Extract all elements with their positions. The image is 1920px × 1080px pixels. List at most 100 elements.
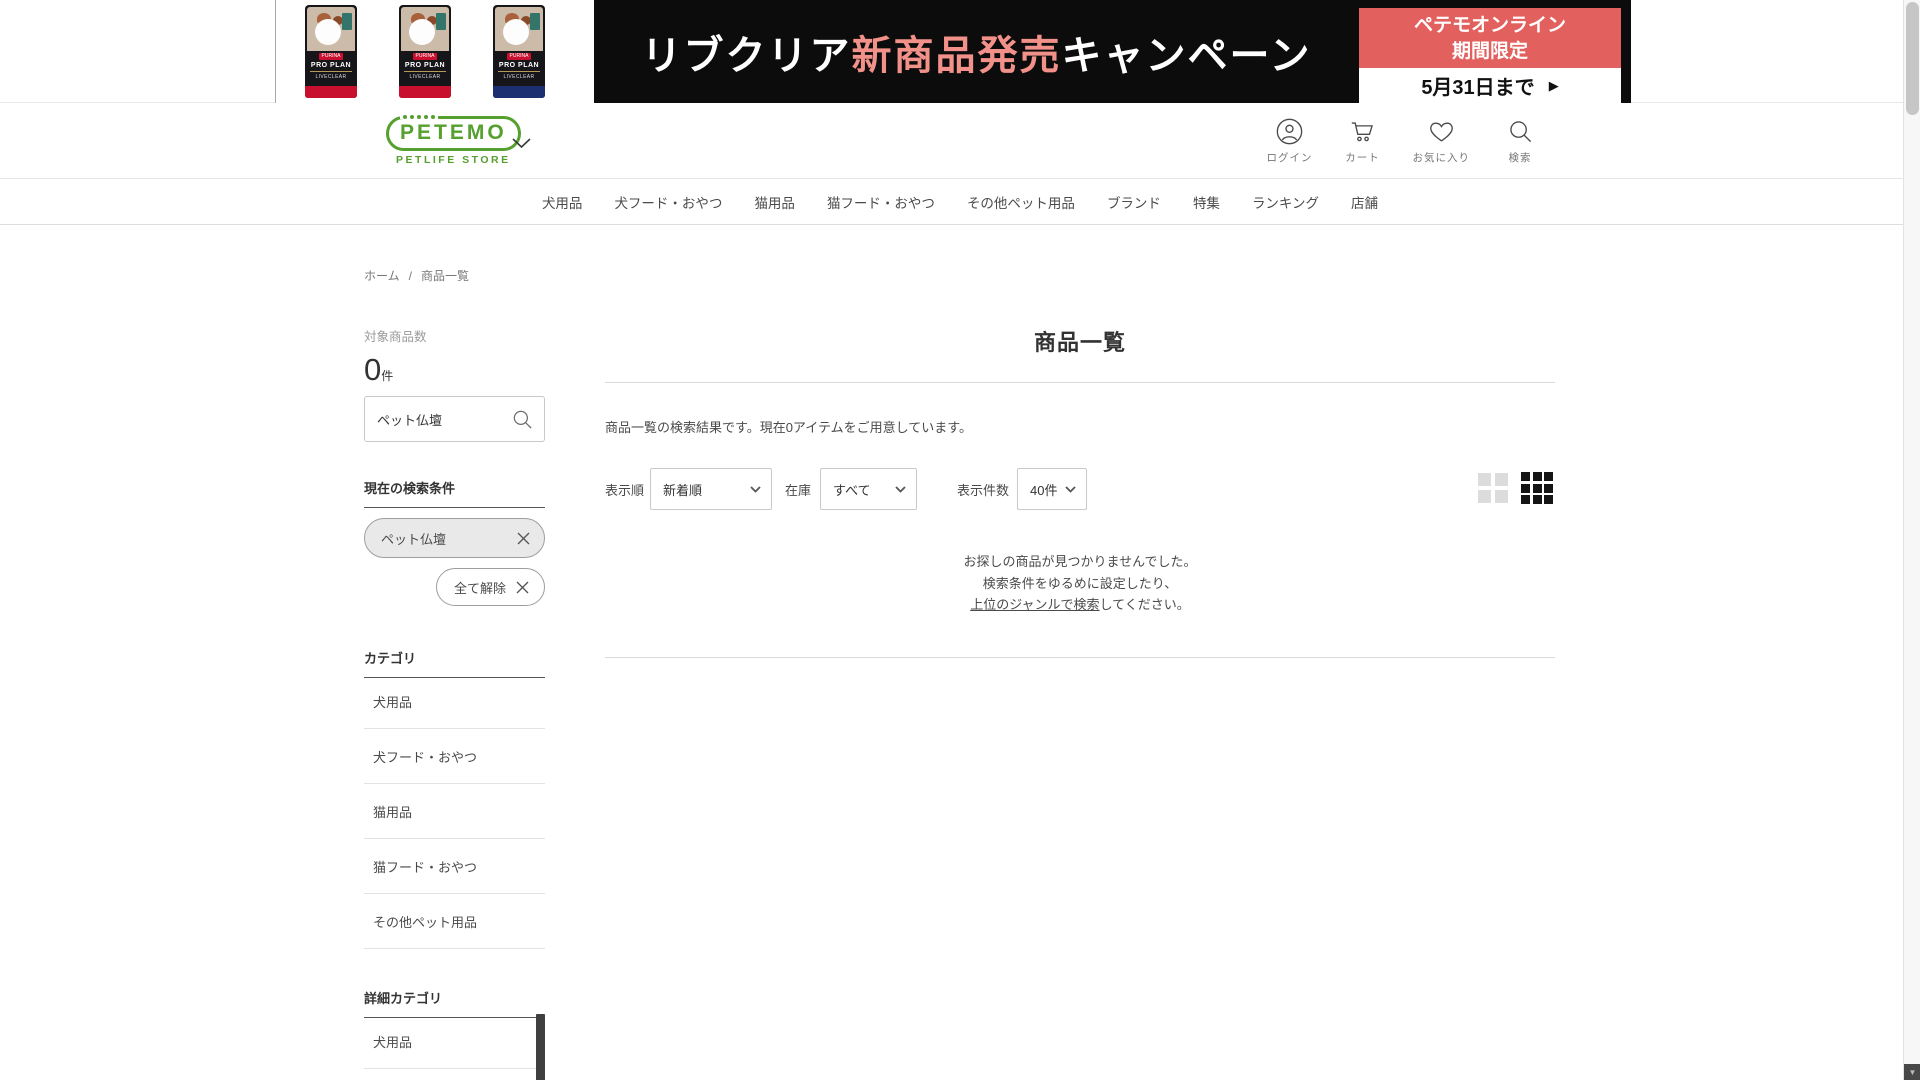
stock-label: 在庫 xyxy=(785,467,811,511)
favorites-label: お気に入り xyxy=(1413,150,1471,165)
search-icon[interactable] xyxy=(511,408,534,431)
clear-all-label: 全て解除 xyxy=(454,578,506,597)
bag-brand-label: PRO PLAN xyxy=(498,62,540,72)
category-item-dog-goods[interactable]: 犬用品 xyxy=(364,674,545,729)
user-icon xyxy=(1276,118,1303,145)
search-icon xyxy=(1507,118,1534,145)
stock-select[interactable]: すべて xyxy=(820,468,917,510)
grid-view-3col-icon[interactable] xyxy=(1521,472,1553,504)
condition-tag[interactable]: ペット仏壇 xyxy=(364,518,545,558)
detail-list-scrollbar[interactable] xyxy=(536,1014,545,1080)
breadcrumb-home[interactable]: ホーム xyxy=(364,267,400,284)
nav-item-other-pets[interactable]: その他ペット用品 xyxy=(967,192,1075,212)
heart-icon xyxy=(1428,118,1455,145)
nav-item-brand[interactable]: ブランド xyxy=(1107,192,1161,212)
cart-label: カート xyxy=(1345,150,1380,165)
nav-item-cat-food[interactable]: 猫フード・おやつ xyxy=(827,192,935,212)
list-controls: 表示順 新着順 在庫 すべて 表示件数 40件 xyxy=(605,467,1555,511)
clear-all-button[interactable]: 全て解除 xyxy=(436,568,545,606)
category-item-dog-food[interactable]: 犬フード・おやつ xyxy=(364,729,545,784)
bag-line-label: LIVECLEAR xyxy=(399,74,451,80)
chevron-down-icon xyxy=(895,486,906,493)
grid-view-2col-icon[interactable] xyxy=(1478,473,1508,503)
bag-line-label: LIVECLEAR xyxy=(493,74,545,80)
divider xyxy=(605,382,1555,383)
empty-state-message: お探しの商品が見つかりませんでした。 検索条件をゆるめに設定したり、 上位のジャ… xyxy=(605,551,1555,616)
nav-item-dog-goods[interactable]: 犬用品 xyxy=(542,192,583,212)
cat-photo xyxy=(307,7,355,51)
page-title: 商品一覧 xyxy=(605,325,1555,357)
detail-category-item-dog-goods[interactable]: 犬用品 xyxy=(364,1014,545,1069)
divider xyxy=(605,657,1555,658)
nav-item-ranking[interactable]: ランキング xyxy=(1252,192,1319,212)
page-scrollbar[interactable]: ▼ xyxy=(1903,0,1920,1080)
category-item-cat-goods[interactable]: 猫用品 xyxy=(364,784,545,839)
logo-paw-dots xyxy=(400,115,438,119)
cat-photo xyxy=(401,7,449,51)
promo-banner[interactable]: PURINA PRO PLAN LIVECLEAR PURINA PRO PLA… xyxy=(0,0,1920,103)
campaign-text-part2: 新商品発売 xyxy=(852,23,1062,81)
sort-label: 表示順 xyxy=(605,467,644,511)
search-button[interactable]: 検索 xyxy=(1500,118,1540,165)
close-icon[interactable] xyxy=(517,532,530,545)
arrow-right-icon: ▶ xyxy=(1549,78,1559,94)
result-count-unit: 件 xyxy=(381,369,393,383)
result-count-label: 対象商品数 xyxy=(364,326,427,345)
result-summary-text: 商品一覧の検索結果です。現在0アイテムをご用意しています。 xyxy=(605,417,972,436)
scrollbar-thumb[interactable] xyxy=(1906,2,1919,115)
per-page-selected-value: 40件 xyxy=(1030,480,1057,499)
cart-button[interactable]: カート xyxy=(1343,118,1383,165)
view-toggles xyxy=(1478,472,1553,504)
bag-stripe xyxy=(305,86,357,98)
breadcrumb: ホーム / 商品一覧 xyxy=(364,267,469,284)
promo-banner-image[interactable]: PURINA PRO PLAN LIVECLEAR PURINA PRO PLA… xyxy=(275,0,1631,103)
condition-tag-label: ペット仏壇 xyxy=(381,529,446,548)
upper-genre-search-link[interactable]: 上位のジャンルで検索 xyxy=(970,597,1099,612)
product-bag-image: PURINA PRO PLAN LIVECLEAR xyxy=(493,5,545,98)
main-nav: 犬用品 犬フード・おやつ 猫用品 猫フード・おやつ その他ペット用品 ブランド … xyxy=(0,178,1920,225)
per-page-select[interactable]: 40件 xyxy=(1017,468,1087,510)
detail-category-item-dog-food[interactable]: 犬フード・おやつ xyxy=(364,1069,545,1080)
cart-icon xyxy=(1349,118,1376,145)
purina-logo: PURINA xyxy=(319,53,344,60)
product-bag-image: PURINA PRO PLAN LIVECLEAR xyxy=(399,5,451,98)
chevron-down-icon[interactable] xyxy=(512,136,531,154)
nav-item-cat-goods[interactable]: 猫用品 xyxy=(754,192,795,212)
login-label: ログイン xyxy=(1267,150,1313,165)
bag-stripe xyxy=(399,86,451,98)
sort-select[interactable]: 新着順 xyxy=(650,468,772,510)
search-label: 検索 xyxy=(1509,150,1532,165)
site-header: PETEMO PETLIFE STORE ログイン xyxy=(0,104,1920,178)
keyword-search-box xyxy=(364,396,545,442)
nav-item-dog-food[interactable]: 犬フード・おやつ xyxy=(614,192,722,212)
close-icon xyxy=(516,581,529,594)
search-input[interactable] xyxy=(377,412,511,427)
detail-category-list: 犬用品 犬フード・おやつ xyxy=(364,1014,545,1080)
favorites-button[interactable]: お気に入り xyxy=(1413,118,1471,165)
campaign-text-part3: キャンペーン xyxy=(1062,23,1312,81)
purina-logo: PURINA xyxy=(507,53,532,60)
promo-deadline: 5月31日まで▶ xyxy=(1359,68,1621,104)
category-item-other-pets[interactable]: その他ペット用品 xyxy=(364,894,545,949)
current-conditions-title: 現在の検索条件 xyxy=(364,478,545,508)
chevron-down-icon xyxy=(1065,486,1076,493)
scrollbar-down-arrow[interactable]: ▼ xyxy=(1904,1064,1920,1080)
breadcrumb-separator: / xyxy=(409,269,412,283)
header-actions: ログイン カート お気に入り xyxy=(1267,118,1541,165)
purina-logo: PURINA xyxy=(413,53,438,60)
login-button[interactable]: ログイン xyxy=(1267,118,1313,165)
result-count: 0件 xyxy=(364,352,393,388)
nav-item-features[interactable]: 特集 xyxy=(1193,192,1220,212)
nav-item-stores[interactable]: 店舗 xyxy=(1351,192,1378,212)
bag-stripe xyxy=(493,86,545,98)
banner-product-strip: PURINA PRO PLAN LIVECLEAR PURINA PRO PLA… xyxy=(276,0,594,103)
empty-line1: お探しの商品が見つかりませんでした。 xyxy=(964,554,1197,569)
campaign-text-part1: リブクリア xyxy=(642,23,852,81)
bag-badge xyxy=(530,13,540,30)
chevron-down-icon xyxy=(750,486,761,493)
bag-brand-label: PRO PLAN xyxy=(404,62,446,72)
empty-suffix: してください。 xyxy=(1100,597,1190,612)
petemo-logo[interactable]: PETEMO PETLIFE STORE xyxy=(386,116,521,166)
category-item-cat-food[interactable]: 猫フード・おやつ xyxy=(364,839,545,894)
category-list: 犬用品 犬フード・おやつ 猫用品 猫フード・おやつ その他ペット用品 xyxy=(364,674,545,949)
